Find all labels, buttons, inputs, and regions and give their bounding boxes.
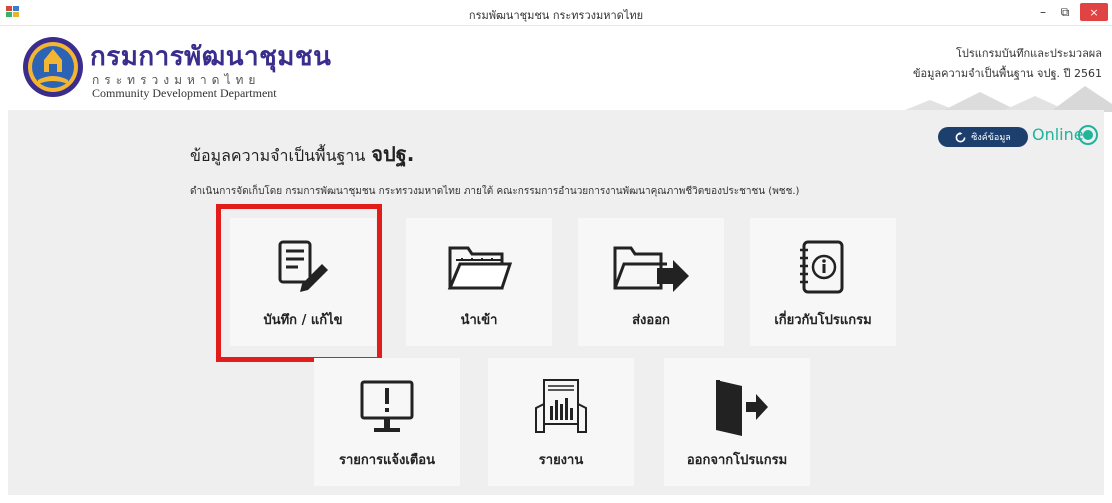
- alerts-label: รายการแจ้งเตือน: [339, 453, 435, 468]
- online-status: Online: [1032, 125, 1084, 144]
- record-edit-button[interactable]: บันทึก / แก้ไข: [216, 204, 382, 362]
- info-book-icon: [800, 240, 844, 294]
- record-edit-label: บันทึก / แก้ไข: [263, 313, 343, 328]
- minimize-button[interactable]: –: [1032, 0, 1054, 24]
- window-title: กรมพัฒนาชุมชน กระทรวงมหาดไทย: [468, 9, 644, 22]
- folder-export-icon: [613, 246, 689, 292]
- title-bar: กรมพัฒนาชุมชน กระทรวงมหาดไทย – ⧉ ×: [0, 0, 1112, 26]
- report-button[interactable]: รายงาน: [488, 358, 634, 486]
- sync-button[interactable]: ซิงค์ข้อมูล: [938, 127, 1028, 147]
- export-label: ส่งออก: [632, 313, 670, 328]
- import-label: นำเข้า: [460, 313, 498, 328]
- houses-decoration-icon: [900, 86, 1112, 112]
- close-button[interactable]: ×: [1080, 3, 1108, 21]
- monitor-alert-icon: [360, 380, 414, 432]
- department-seal-icon: [23, 37, 83, 97]
- page-heading-text: ข้อมูลความจำเป็นพื้นฐาน: [190, 146, 366, 165]
- main-panel: ซิงค์ข้อมูล Online ข้อมูลความจำเป็นพื้นฐ…: [8, 110, 1104, 495]
- alerts-button[interactable]: รายการแจ้งเตือน: [314, 358, 460, 486]
- report-label: รายงาน: [538, 453, 584, 468]
- maximize-button[interactable]: ⧉: [1054, 0, 1076, 24]
- import-button[interactable]: นำเข้า: [406, 218, 552, 346]
- page-heading: ข้อมูลความจำเป็นพื้นฐาน จปฐ.: [190, 138, 414, 170]
- app-header: กรมการพัฒนาชุมชน กระทรวงมหาดไทย Communit…: [0, 26, 1112, 112]
- open-folder-icon: [447, 246, 513, 290]
- exit-label: ออกจากโปรแกรม: [686, 453, 788, 468]
- program-title: โปรแกรมบันทึกและประมวลผล: [955, 47, 1102, 60]
- exit-door-icon: [716, 380, 768, 436]
- edit-document-icon: [278, 240, 328, 292]
- report-chart-icon: [535, 379, 587, 433]
- about-button[interactable]: เกี่ยวกับโปรแกรม: [750, 218, 896, 346]
- sync-label: ซิงค์ข้อมูล: [971, 133, 1011, 143]
- online-indicator-icon: [1078, 125, 1098, 145]
- logo-english: Community Development Department: [92, 86, 277, 100]
- export-button[interactable]: ส่งออก: [578, 218, 724, 346]
- page-heading-bold: จปฐ.: [371, 142, 415, 166]
- page-subheading: ดำเนินการจัดเก็บโดย กรมการพัฒนาชุมชน กระ…: [190, 186, 800, 197]
- about-label: เกี่ยวกับโปรแกรม: [774, 313, 872, 328]
- refresh-icon: [955, 131, 966, 142]
- program-subtitle: ข้อมูลความจำเป็นพื้นฐาน จปฐ. ปี 2561: [913, 67, 1102, 80]
- exit-button[interactable]: ออกจากโปรแกรม: [664, 358, 810, 486]
